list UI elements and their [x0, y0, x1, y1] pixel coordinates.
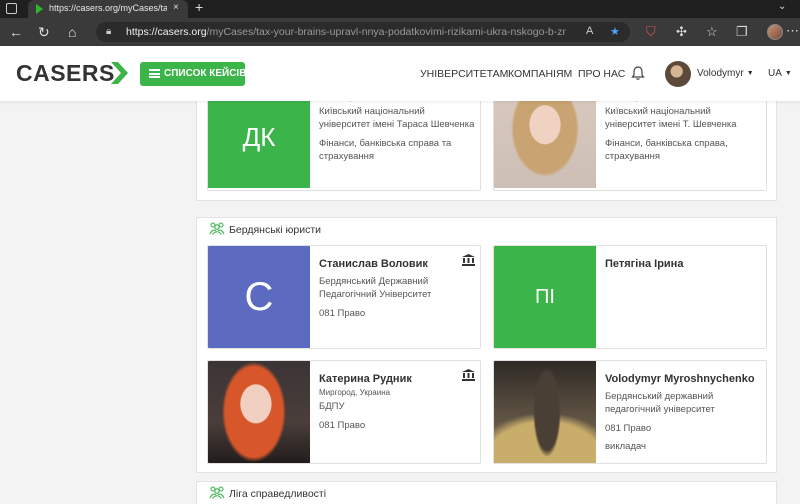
cases-list-label: СПИСОК КЕЙСІВ	[164, 68, 247, 79]
user-menu[interactable]: Volodymyr ▼	[697, 68, 754, 79]
participant-specialty: 081 Право	[319, 308, 366, 319]
favorites-icon[interactable]: ☆	[706, 23, 718, 41]
back-arrow-icon[interactable]: ←	[9, 23, 23, 41]
participant-university: Київський національний університет імені…	[605, 106, 737, 130]
team-group: Ліга справедливості	[196, 481, 777, 504]
participant-specialty: 081 Право	[319, 420, 366, 431]
refresh-icon[interactable]: ↻	[38, 23, 50, 41]
participant-photo	[208, 361, 310, 463]
left-sidebar	[0, 101, 177, 504]
language-selector[interactable]: UA ▼	[768, 68, 792, 79]
participant-name[interactable]: Петягіна Ірина	[605, 257, 763, 271]
participant-card[interactable]: Volodymyr Myroshnychenko Бердянський дер…	[493, 360, 767, 464]
participant-name[interactable]: Катерина Рудник	[319, 372, 477, 386]
casers-logo[interactable]: CASERS	[16, 60, 115, 87]
tab-actions-chevron-icon[interactable]: ⌄	[778, 1, 786, 12]
window-menu-icon[interactable]	[6, 3, 17, 14]
team-title: Ліга справедливості	[229, 488, 327, 500]
participant-specialty: 081 Право	[605, 423, 652, 434]
initials-avatar: ДК	[208, 86, 310, 188]
team-icon	[209, 486, 225, 499]
logo-arrow-icon	[111, 62, 128, 84]
chevron-down-icon: ▼	[746, 70, 754, 77]
team-icon	[209, 222, 225, 235]
participant-university: Бердянський державний педагогічний уніве…	[605, 391, 715, 415]
participant-university: БДПУ	[319, 401, 345, 412]
team-title: Бердянські юристи	[229, 224, 322, 236]
participant-name[interactable]: Volodymyr Myroshnychenko	[605, 372, 763, 386]
bell-icon[interactable]	[630, 65, 646, 81]
participant-card[interactable]: Катерина Рудник Миргород, Украина БДПУ 0…	[207, 360, 481, 464]
initials-avatar: С	[208, 246, 310, 348]
browser-tab[interactable]: https://casers.org/myCases/tax-y ×	[28, 0, 188, 18]
participant-university: Київський національний університет імені…	[319, 106, 475, 130]
browser-tab-bar: https://casers.org/myCases/tax-y × + ⌄	[0, 0, 800, 18]
user-avatar[interactable]	[665, 61, 691, 87]
participant-card[interactable]: ПІ Петягіна Ірина	[493, 245, 767, 349]
hamburger-icon	[149, 69, 160, 78]
team-group: Бердянські юристи С Станислав Воловик Бе…	[196, 217, 777, 473]
home-icon[interactable]: ⌂	[68, 23, 76, 41]
read-aloud-icon[interactable]: A	[586, 25, 593, 37]
participant-university: Бердянський Державний Педагогічний Уніве…	[319, 276, 432, 300]
browser-toolbar: ← ↻ ⌂ 🔒︎ https://casers.org/myCases/tax-…	[0, 18, 800, 46]
browser-menu-icon[interactable]: ⋯	[786, 23, 799, 39]
chevron-down-icon: ▼	[784, 70, 792, 77]
site-header: CASERS СПИСОК КЕЙСІВ УНІВЕРСИТЕТАМ КОМПА…	[0, 46, 800, 101]
new-tab-icon[interactable]: +	[195, 0, 203, 15]
address-bar[interactable]: 🔒︎ https://casers.org/myCases/tax-your-b…	[96, 22, 630, 42]
favorite-star-icon[interactable]: ★	[610, 25, 620, 38]
close-tab-icon[interactable]: ×	[173, 2, 179, 13]
extensions-puzzle-icon[interactable]: ✣	[676, 23, 687, 41]
browser-profile-avatar[interactable]	[767, 24, 783, 40]
participant-location: Миргород, Украина	[319, 388, 391, 397]
lock-icon[interactable]: 🔒︎	[106, 26, 111, 37]
casers-favicon-icon	[36, 4, 43, 14]
participant-photo	[494, 86, 596, 188]
participants-group: ДК Киев, Украина Київський національний …	[196, 85, 777, 201]
participant-name[interactable]: Станислав Воловик	[319, 257, 477, 271]
participant-role: викладач	[605, 441, 647, 452]
page-content: ДК Киев, Украина Київський національний …	[0, 85, 800, 504]
participant-specialty: Фінанси, банківська справа та страхуванн…	[319, 138, 452, 162]
participant-photo	[494, 361, 596, 463]
initials-avatar: ПІ	[494, 246, 596, 348]
collections-icon[interactable]: ❐	[736, 23, 748, 41]
nav-companies[interactable]: КОМПАНІЯМ	[508, 68, 572, 80]
participant-specialty: Фінанси, банківська справа, страхування	[605, 138, 728, 162]
url-text[interactable]: https://casers.org/myCases/tax-your-brai…	[126, 26, 566, 38]
tab-title: https://casers.org/myCases/tax-y	[49, 3, 167, 13]
nav-about[interactable]: ПРО НАС	[578, 68, 625, 80]
cases-list-button[interactable]: СПИСОК КЕЙСІВ	[140, 62, 247, 86]
nav-universities[interactable]: УНІВЕРСИТЕТАМ	[420, 68, 508, 80]
participant-card[interactable]: С Станислав Воловик Бердянський Державни…	[207, 245, 481, 349]
extension-icon[interactable]: ⛉	[646, 23, 656, 41]
